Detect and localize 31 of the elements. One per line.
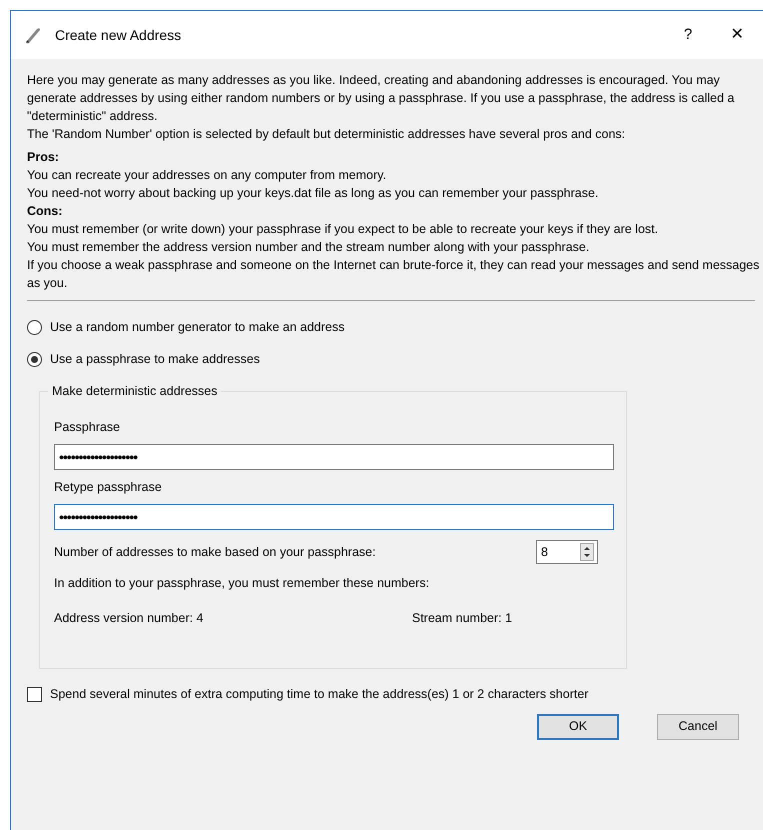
radio-option[interactable]: Use a random number generator to make an address <box>27 317 345 337</box>
spin-arrows-icon[interactable] <box>580 543 594 561</box>
dialog-button[interactable]: OK <box>537 714 619 740</box>
description-text: Here you may generate as many addresses as you like. Indeed, creating and abandoning addresses is encouraged. You may generate addresses by using either random numbers or by using a passphrase. If you use a passphrase, the address is called a "deterministic" address. <box>27 72 736 125</box>
window-title: Create new Address <box>55 26 182 44</box>
description-text: You can recreate your addresses on any computer from memory. <box>27 167 388 184</box>
help-button[interactable]: ? <box>673 24 703 46</box>
close-button[interactable]: ✕ <box>725 23 749 47</box>
description-text: If you choose a weak passphrase and someone on the Internet can brute-force it, they can read your messages and send messages as you. <box>27 257 760 292</box>
description-text: You must remember the address version number and the stream number along with your passphrase. <box>27 239 590 256</box>
radio-button[interactable] <box>27 352 42 366</box>
description-text: You need-not worry about backing up your keys.dat file as long as you can remember your passphrase. <box>27 185 600 202</box>
passphrase-field[interactable]: •••••••••••••••••••• <box>54 504 614 530</box>
radio-button[interactable] <box>27 320 42 334</box>
description-text: The 'Random Number' option is selected by default but deterministic addresses have several pros and cons: <box>27 126 626 143</box>
field-label: Passphrase <box>54 419 122 436</box>
checkbox[interactable] <box>27 686 42 702</box>
description-text: You must remember (or write down) your passphrase if you expect to be able to recreate your keys if they are lost. <box>27 221 660 238</box>
count-spinbox[interactable]: 8 <box>536 540 598 564</box>
shorter-checkbox-option[interactable]: Spend several minutes of extra computing time to make the address(es) 1 or 2 characters shorter <box>27 685 588 704</box>
radio-option[interactable]: Use a passphrase to make addresses <box>27 349 260 369</box>
note-text: In addition to your passphrase, you must remember these numbers: <box>54 575 430 592</box>
quill-icon <box>23 25 43 45</box>
count-label: Number of addresses to make based on your passphrase: <box>54 544 377 561</box>
field-label: Retype passphrase <box>54 479 163 496</box>
passphrase-field[interactable]: •••••••••••••••••••• <box>54 444 614 470</box>
section-heading: Cons: <box>27 203 64 220</box>
section-heading: Pros: <box>27 149 60 166</box>
version-text: Address version number: 4 <box>54 610 204 627</box>
stream-text: Stream number: 1 <box>412 610 512 627</box>
dialog-button[interactable]: Cancel <box>657 714 739 740</box>
